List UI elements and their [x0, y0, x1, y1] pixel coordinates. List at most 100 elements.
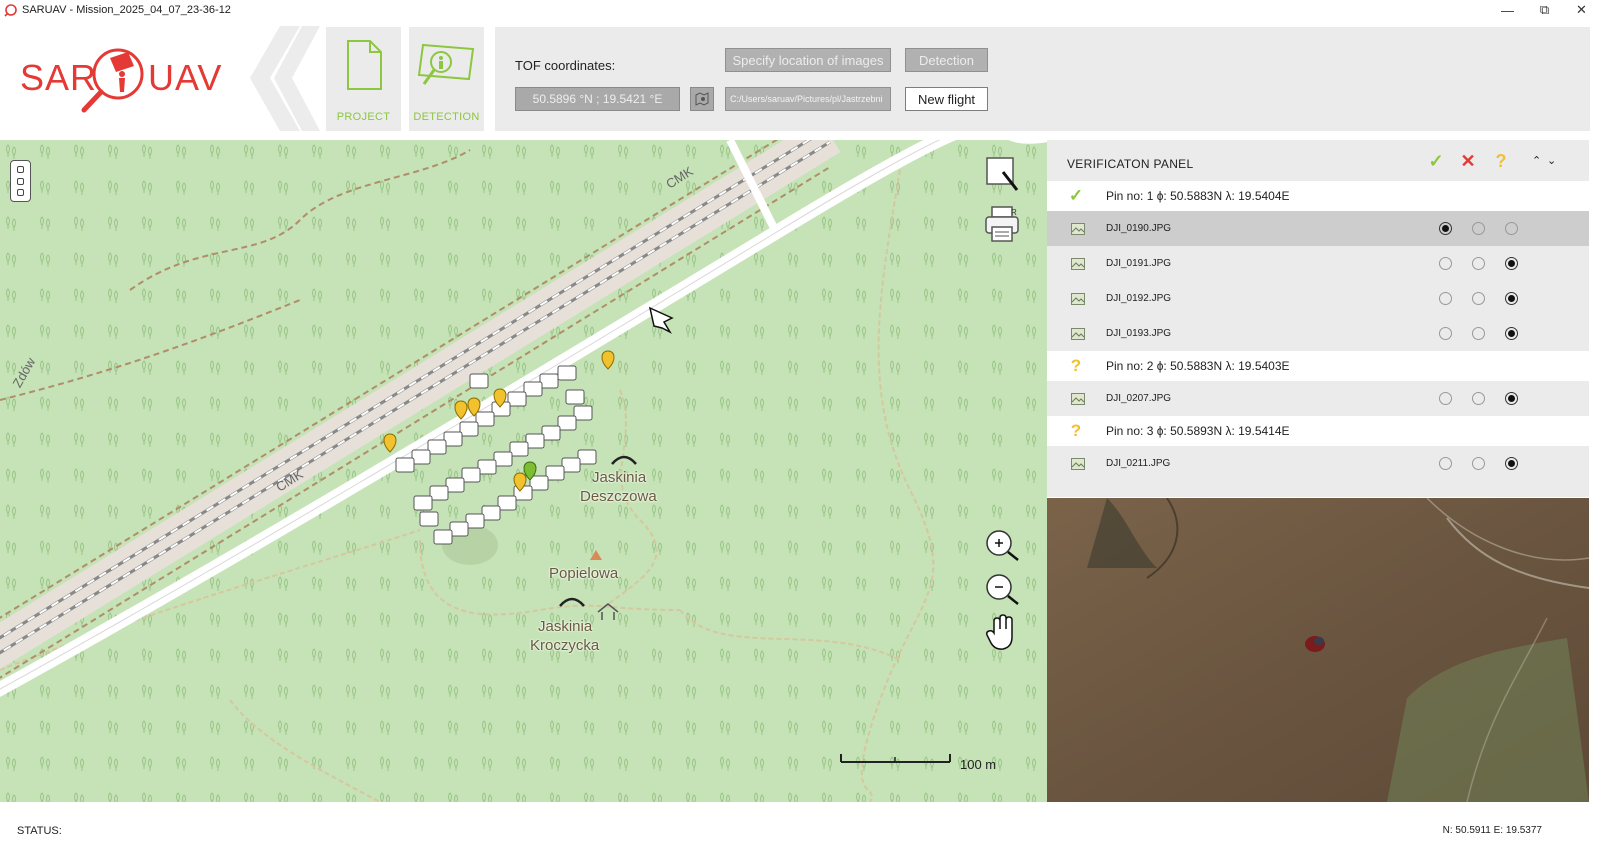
pan-hand-icon — [986, 614, 1013, 650]
map-label-jaskinia-kroczycka-1: Jaskinia — [538, 618, 593, 635]
map-canvas — [0, 140, 1047, 802]
pin-label: Pin no: 1 ϕ: 50.5883N λ: 19.5404E — [1106, 189, 1290, 203]
image-row[interactable]: DJI_0192.JPG — [1047, 281, 1589, 316]
verification-panel: VERIFICATON PANEL ✓ ✕ ? ⌃ ⌄ ✓ Pin no: 1 ϕ… — [1047, 140, 1589, 497]
unsure-radio[interactable] — [1505, 327, 1518, 340]
select-box-tool[interactable] — [984, 156, 1020, 192]
minimize-icon[interactable]: — — [1489, 0, 1526, 20]
saruav-app-icon — [4, 4, 17, 17]
map-scale-label: 100 m — [960, 757, 997, 772]
select-box-icon — [986, 157, 1019, 191]
specify-location-button[interactable]: Specify location of images — [725, 48, 891, 72]
unsure-question-icon: ? — [1070, 356, 1082, 375]
unsure-radio[interactable] — [1505, 292, 1518, 305]
image-thumbnail-icon — [1071, 222, 1085, 235]
pan-tool[interactable] — [984, 614, 1020, 650]
detection-mode-button[interactable]: DETECTION — [409, 27, 484, 131]
detection-photo-icon — [417, 43, 474, 85]
map-pick-icon — [695, 92, 709, 106]
image-file-name: DJI_0192.JPG — [1106, 293, 1172, 304]
zoom-in-icon — [986, 530, 1019, 561]
reject-radio[interactable] — [1472, 222, 1485, 235]
accept-radio[interactable] — [1439, 457, 1452, 470]
verification-title: VERIFICATON PANEL — [1067, 157, 1194, 171]
pick-location-button[interactable] — [690, 87, 714, 111]
map-label-jaskinia-deszczowa-1: Jaskinia — [592, 469, 647, 486]
image-row[interactable]: DJI_0190.JPG — [1047, 211, 1589, 246]
image-row[interactable]: DJI_0211.JPG — [1047, 446, 1589, 481]
reject-radio[interactable] — [1472, 257, 1485, 270]
status-label: STATUS: — [17, 825, 62, 837]
print-tool[interactable]: R — [984, 206, 1020, 242]
accept-radio[interactable] — [1439, 292, 1452, 305]
cursor-coordinates: N: 50.5911 E: 19.5377 — [1442, 825, 1542, 836]
pin-row[interactable]: ? Pin no: 2 ϕ: 50.5883N λ: 19.5403E — [1047, 351, 1589, 381]
image-file-name: DJI_0207.JPG — [1106, 393, 1172, 404]
accept-radio[interactable] — [1439, 392, 1452, 405]
tof-label: TOF coordinates: — [515, 58, 616, 73]
map-label-popielowa: Popielowa — [549, 565, 619, 582]
expand-down-icon[interactable]: ⌄ — [1547, 154, 1556, 167]
unsure-radio[interactable] — [1505, 222, 1518, 235]
collapse-up-icon[interactable]: ⌃ — [1532, 154, 1541, 167]
images-path-field[interactable]: C:/Users/saruav/Pictures/pl/Jastrzebni — [725, 87, 891, 111]
image-file-name: DJI_0191.JPG — [1106, 258, 1172, 269]
image-row[interactable]: DJI_0191.JPG — [1047, 246, 1589, 281]
image-preview[interactable] — [1047, 498, 1589, 802]
window-titlebar: SARUAV - Mission_2025_04_07_23-36-12 — ⧉… — [0, 0, 1600, 20]
saruav-logo: SAR UAV — [20, 48, 222, 113]
accept-check-icon[interactable]: ✓ — [1426, 151, 1446, 171]
accept-radio[interactable] — [1439, 257, 1452, 270]
map-scale-bar — [840, 754, 951, 763]
map-label-jaskinia-kroczycka-2: Kroczycka — [530, 637, 600, 654]
breadcrumb-chevrons — [250, 26, 320, 131]
image-file-name: DJI_0211.JPG — [1106, 458, 1171, 469]
project-button[interactable]: PROJECT — [326, 27, 401, 131]
image-file-name: DJI_0190.JPG — [1106, 223, 1172, 234]
status-bar: STATUS: N: 50.5911 E: 19.5377 — [0, 802, 1600, 857]
close-icon[interactable]: ✕ — [1563, 0, 1600, 20]
reject-radio[interactable] — [1472, 327, 1485, 340]
layers-dot-icon — [17, 189, 24, 197]
image-file-name: DJI_0193.JPG — [1106, 328, 1172, 339]
accept-radio[interactable] — [1439, 327, 1452, 340]
image-row[interactable]: DJI_0193.JPG — [1047, 316, 1589, 351]
zoom-out-icon — [986, 574, 1019, 605]
image-thumbnail-icon — [1071, 457, 1085, 470]
reject-radio[interactable] — [1472, 457, 1485, 470]
restore-icon[interactable]: ⧉ — [1526, 0, 1563, 20]
svg-text:UAV: UAV — [148, 57, 222, 98]
zoom-out-button[interactable] — [984, 572, 1020, 608]
pin-label: Pin no: 2 ϕ: 50.5883N λ: 19.5403E — [1106, 359, 1290, 373]
image-thumbnail-icon — [1071, 392, 1085, 405]
verification-header: VERIFICATON PANEL ✓ ✕ ? ⌃ ⌄ — [1047, 140, 1589, 184]
project-file-icon — [346, 40, 382, 90]
reject-x-icon[interactable]: ✕ — [1458, 151, 1478, 171]
pin-row[interactable]: ✓ Pin no: 1 ϕ: 50.5883N λ: 19.5404E — [1047, 181, 1589, 211]
unsure-radio[interactable] — [1505, 257, 1518, 270]
svg-text:SAR: SAR — [20, 57, 97, 98]
new-flight-button[interactable]: New flight — [905, 87, 988, 111]
layers-dot-icon — [17, 165, 24, 173]
accept-radio[interactable] — [1439, 222, 1452, 235]
accepted-check-icon: ✓ — [1068, 186, 1084, 205]
unsure-question-icon: ? — [1070, 421, 1082, 440]
zoom-in-button[interactable] — [984, 528, 1020, 564]
reject-radio[interactable] — [1472, 292, 1485, 305]
svg-text:R: R — [1011, 208, 1017, 217]
map-view[interactable]: Jaskinia Deszczowa Popielowa Jaskinia Kr… — [0, 140, 1047, 802]
main-toolbar: SAR UAV PROJECT DETECTION TOF coordinate… — [0, 20, 1600, 137]
image-row[interactable]: DJI_0207.JPG — [1047, 381, 1589, 416]
detection-mode-label: DETECTION — [413, 111, 480, 123]
image-thumbnail-icon — [1071, 257, 1085, 270]
unsure-question-icon[interactable]: ? — [1491, 151, 1511, 171]
pin-row[interactable]: ? Pin no: 3 ϕ: 50.5893N λ: 19.5414E — [1047, 416, 1589, 446]
layers-dot-icon — [17, 177, 24, 185]
unsure-radio[interactable] — [1505, 392, 1518, 405]
tof-coordinates-field[interactable]: 50.5896 °N ; 19.5421 °E — [515, 87, 680, 111]
layers-menu-button[interactable] — [10, 160, 31, 202]
unsure-radio[interactable] — [1505, 457, 1518, 470]
reject-radio[interactable] — [1472, 392, 1485, 405]
image-thumbnail-icon — [1071, 292, 1085, 305]
detection-button[interactable]: Detection — [905, 48, 988, 72]
